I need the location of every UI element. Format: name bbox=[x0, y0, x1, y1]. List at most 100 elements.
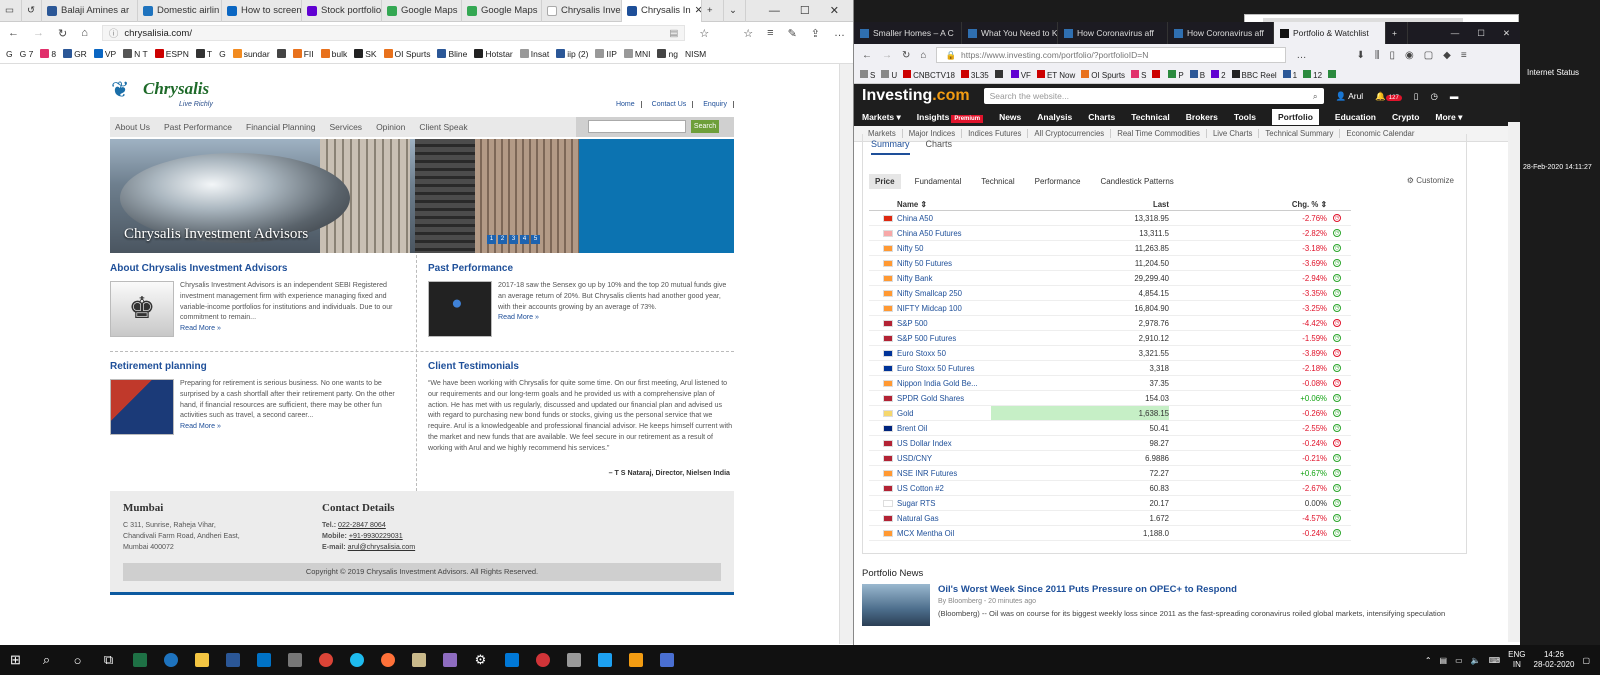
instrument-name[interactable]: Brent Oil bbox=[897, 424, 927, 433]
bookmark-item[interactable]: P bbox=[1168, 69, 1184, 80]
us-flag-icon[interactable]: ▬ bbox=[1450, 91, 1459, 101]
table-row[interactable]: US Dollar Index 98.27 -0.24% ◷ bbox=[869, 436, 1351, 451]
bookmark-item[interactable] bbox=[994, 69, 1005, 80]
instrument-name[interactable]: Nippon India Gold Be... bbox=[897, 379, 978, 388]
table-row[interactable]: USD/CNY 6.9886 -0.21% ◷ bbox=[869, 451, 1351, 466]
edge-tab-6[interactable]: Chrysalis Invest bbox=[542, 0, 622, 22]
ff-tab-2[interactable]: How Coronavirus aff bbox=[1058, 22, 1168, 44]
ff-tab-0[interactable]: Smaller Homes – A C bbox=[854, 22, 962, 44]
edge-tab-5[interactable]: Google Maps bbox=[462, 0, 542, 22]
extension-icon[interactable]: ▢ bbox=[1424, 50, 1433, 61]
favorites-icon[interactable]: ☆ bbox=[743, 27, 753, 40]
nav-performance[interactable]: Past Performance bbox=[164, 122, 232, 132]
app-icon[interactable] bbox=[620, 645, 651, 675]
outlook-icon[interactable] bbox=[248, 645, 279, 675]
favorite-item[interactable]: OI Spurts bbox=[383, 49, 430, 59]
favorite-item[interactable]: N T bbox=[123, 49, 148, 59]
reading-list-icon[interactable]: ≡ bbox=[767, 27, 773, 39]
chevron-up-icon[interactable]: ⌃ bbox=[1425, 656, 1432, 665]
tab-candlestick[interactable]: Candlestick Patterns bbox=[1094, 174, 1179, 189]
slide-dot[interactable]: 1 bbox=[487, 235, 496, 244]
nav-client-speak[interactable]: Client Speak bbox=[419, 122, 467, 132]
read-more-link[interactable]: Read More » bbox=[180, 422, 221, 430]
nav-education[interactable]: Education bbox=[1335, 112, 1376, 122]
table-row[interactable]: S&P 500 2,978.76 -4.42% ◷ bbox=[869, 316, 1351, 331]
nav-technical[interactable]: Technical bbox=[1131, 112, 1170, 122]
contact-link[interactable]: Contact Us bbox=[652, 101, 694, 108]
instrument-name[interactable]: China A50 Futures bbox=[897, 229, 962, 238]
favorite-item[interactable]: SK bbox=[354, 49, 377, 59]
close-window-icon[interactable]: ✕ bbox=[830, 4, 839, 17]
tab-price[interactable]: Price bbox=[869, 174, 901, 189]
bookmark-item[interactable]: U bbox=[881, 69, 897, 80]
share-icon[interactable]: ⇪ bbox=[811, 27, 820, 40]
instrument-name[interactable]: Euro Stoxx 50 bbox=[897, 349, 946, 358]
instrument-name[interactable]: NSE INR Futures bbox=[897, 469, 957, 478]
favorite-item[interactable]: FII bbox=[292, 49, 314, 59]
edge-tab-4[interactable]: Google Maps bbox=[382, 0, 462, 22]
favorite-item[interactable] bbox=[276, 49, 286, 58]
tab-back-icon[interactable]: ↺ bbox=[22, 0, 42, 22]
task-view-icon[interactable]: ⧉ bbox=[93, 645, 124, 675]
firefox-scrollbar[interactable] bbox=[1508, 122, 1520, 642]
instrument-name[interactable]: Gold bbox=[897, 409, 913, 418]
testimonials-title[interactable]: Client Testimonials bbox=[428, 361, 734, 372]
investing-logo[interactable]: Investing.com bbox=[862, 87, 970, 105]
app-icon[interactable] bbox=[403, 645, 434, 675]
close-icon[interactable]: ✕ bbox=[695, 5, 701, 16]
instrument-name[interactable]: SPDR Gold Shares bbox=[897, 394, 964, 403]
table-row[interactable]: Nifty 50 Futures 11,204.50 -3.69% ◷ bbox=[869, 256, 1351, 271]
col-last[interactable]: Last bbox=[1153, 200, 1169, 209]
nav-analysis[interactable]: Analysis bbox=[1037, 112, 1072, 122]
table-row[interactable]: SPDR Gold Shares 154.03 +0.06% ◷ bbox=[869, 391, 1351, 406]
tab-charts[interactable]: Charts bbox=[926, 139, 953, 155]
nav-brokers[interactable]: Brokers bbox=[1186, 112, 1218, 122]
read-more-link[interactable]: Read More » bbox=[498, 313, 539, 321]
library-icon[interactable]: ⫼ bbox=[1375, 50, 1380, 61]
instrument-name[interactable]: Nifty 50 bbox=[897, 244, 923, 253]
excel-icon[interactable] bbox=[124, 645, 155, 675]
bookmark-item[interactable]: VF bbox=[1010, 69, 1031, 80]
email-link[interactable]: arul@chrysalisia.com bbox=[348, 543, 416, 551]
mobile-link[interactable]: +91-9930229031 bbox=[349, 532, 403, 540]
table-row[interactable]: NSE INR Futures 72.27 +0.67% ◷ bbox=[869, 466, 1351, 481]
instrument-name[interactable]: Nifty Bank bbox=[897, 274, 933, 283]
word-icon[interactable] bbox=[217, 645, 248, 675]
bookmark-item[interactable]: S bbox=[860, 69, 875, 80]
home-icon[interactable]: ⌂ bbox=[81, 27, 88, 39]
minimize-icon[interactable]: — bbox=[769, 5, 780, 17]
table-row[interactable]: Nifty Bank 29,299.40 -2.94% ◷ bbox=[869, 271, 1351, 286]
mail-icon[interactable] bbox=[496, 645, 527, 675]
forward-icon[interactable]: → bbox=[882, 50, 892, 61]
refresh-icon[interactable]: ↻ bbox=[58, 27, 67, 40]
maximize-icon[interactable]: ☐ bbox=[1477, 28, 1485, 39]
favorite-item[interactable]: 8 bbox=[40, 49, 56, 59]
bookmark-item[interactable]: B bbox=[1189, 69, 1205, 80]
favorite-item[interactable]: T bbox=[195, 49, 212, 59]
nav-markets[interactable]: Markets ▾ bbox=[862, 112, 901, 123]
paint-icon[interactable] bbox=[434, 645, 465, 675]
nav-news[interactable]: News bbox=[999, 112, 1021, 122]
edge-icon[interactable] bbox=[155, 645, 186, 675]
slide-dot[interactable]: 5 bbox=[531, 235, 540, 244]
favorite-item[interactable]: ng bbox=[657, 49, 678, 59]
download-icon[interactable]: ⬇ bbox=[1356, 50, 1364, 61]
bookmark-item[interactable] bbox=[1152, 69, 1162, 80]
tablet-icon[interactable]: ▯ bbox=[1414, 91, 1419, 102]
bookmark-item[interactable]: 2 bbox=[1211, 69, 1226, 80]
customize-button[interactable]: ⚙ Customize bbox=[1407, 176, 1454, 185]
bookmark-item[interactable]: 3L35 bbox=[960, 69, 989, 80]
favorite-item[interactable]: ESPN bbox=[154, 49, 189, 59]
favorite-item[interactable]: VP bbox=[93, 49, 116, 59]
close-window-icon[interactable]: ✕ bbox=[1503, 28, 1510, 39]
table-row[interactable]: Nippon India Gold Be... 37.35 -0.08% ◷ bbox=[869, 376, 1351, 391]
enquiry-link[interactable]: Enquiry bbox=[703, 101, 734, 108]
nav-tools[interactable]: Tools bbox=[1234, 112, 1256, 122]
chevron-down-icon[interactable]: ⌄ bbox=[724, 0, 746, 22]
table-row[interactable]: Nifty 50 11,263.85 -3.18% ◷ bbox=[869, 241, 1351, 256]
bell-icon[interactable]: 🔔 127 bbox=[1375, 91, 1402, 102]
favorite-item[interactable]: iip (2) bbox=[556, 49, 588, 59]
favorite-item[interactable]: sundar bbox=[232, 49, 270, 59]
performance-title[interactable]: Past Performance bbox=[428, 263, 734, 274]
col-name[interactable]: Name ⇕ bbox=[897, 200, 927, 209]
